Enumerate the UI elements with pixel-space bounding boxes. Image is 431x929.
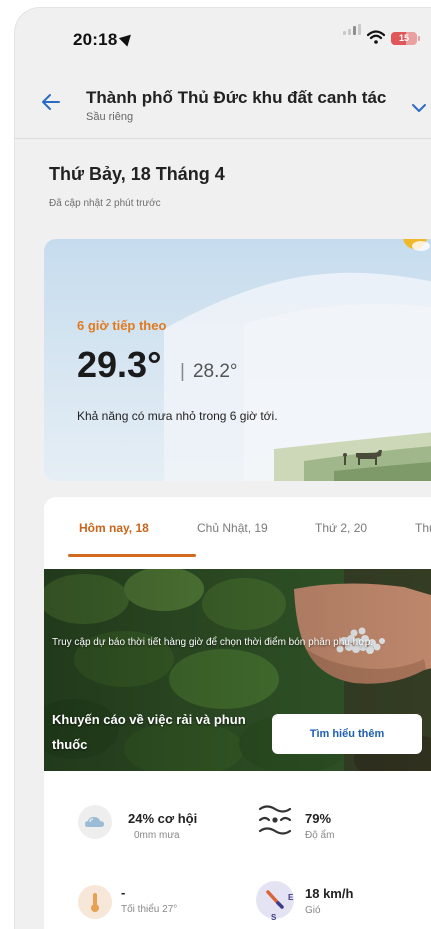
last-updated: Đã cập nhật 2 phút trước [49,198,161,209]
banner-title: Khuyến cáo về việc rải và phun thuốc [52,712,246,752]
tab-monday[interactable]: Thứ 2, 20 [315,521,367,535]
tab-today[interactable]: Hôm nay, 18 [79,521,149,535]
app-window: 20:18 15 Thành phố Thủ Đức khu đất canh … [14,7,431,929]
cloud-rain-icon [78,805,112,839]
status-bar: 20:18 15 [15,8,431,66]
current-temperature: 29.3° [77,344,162,385]
screen: 20:18 15 Thành phố Thủ Đức khu đất canh … [0,0,431,929]
tab-next[interactable]: Thứ [415,521,431,535]
banner-description: Truy cập dự báo thời tiết hàng giờ để ch… [52,637,374,648]
humidity-waves-icon [258,801,292,835]
chevron-down-icon[interactable] [411,102,427,114]
day-tabs: Hôm nay, 18 Chủ Nhật, 19 Thứ 2, 20 Thứ [44,497,431,559]
crop-subtitle: Sầu riêng [86,111,134,123]
humidity-label: Độ ẩm [305,830,335,841]
wind-speed: 18 km/h [305,886,354,901]
spraying-advice-banner[interactable]: Truy cập dự báo thời tiết hàng giờ để ch… [44,569,431,771]
daily-forecast-card: Hôm nay, 18 Chủ Nhật, 19 Thứ 2, 20 Thứ [44,497,431,929]
humidity-value: 79% [305,811,332,826]
app-header: Thành phố Thủ Đức khu đất canh tác Sầu r… [15,68,431,139]
location-arrow-icon [119,30,136,47]
compass-south-label: S [271,913,277,922]
rain-chance: 24% cơ hội [128,811,198,826]
forecast-period-label: 6 giờ tiếp theo [77,318,167,333]
back-arrow-icon[interactable] [39,90,63,114]
wind-label: Gió [305,905,321,916]
temp-min-value: - [121,885,126,900]
active-tab-indicator [68,554,196,557]
tab-sunday[interactable]: Chủ Nhật, 19 [197,521,268,535]
farm-title[interactable]: Thành phố Thủ Đức khu đất canh tác [86,88,386,108]
battery-level: 15 [398,33,409,43]
compass-east-label: E [288,893,294,902]
secondary-temperature-group: | 28.2° [180,361,238,382]
rain-forecast-message: Khả năng có mưa nhỏ trong 6 giờ tới. [77,409,278,423]
sun-icon [403,239,430,251]
wifi-icon [367,30,385,44]
rain-amount: 0mm mưa [134,830,180,841]
secondary-temperature: 28.2° [192,361,238,382]
status-time: 20:18 [73,30,136,50]
battery-icon: 15 [391,32,417,45]
weather-stats: 24% cơ hội 0mm mưa 79% Độ ẩm - Tối thiểu… [44,771,431,929]
compass-wind-icon: E S [256,881,294,922]
weather-card[interactable]: 6 giờ tiếp theo 29.3° | 28.2° Khả năng có… [44,239,431,481]
learn-more-button[interactable]: Tìm hiểu thêm [272,714,422,754]
date-title: Thứ Bảy, 18 Tháng 4 [49,164,225,184]
temp-min-label: Tối thiểu 27° [121,904,178,915]
thermometer-icon [78,885,112,919]
